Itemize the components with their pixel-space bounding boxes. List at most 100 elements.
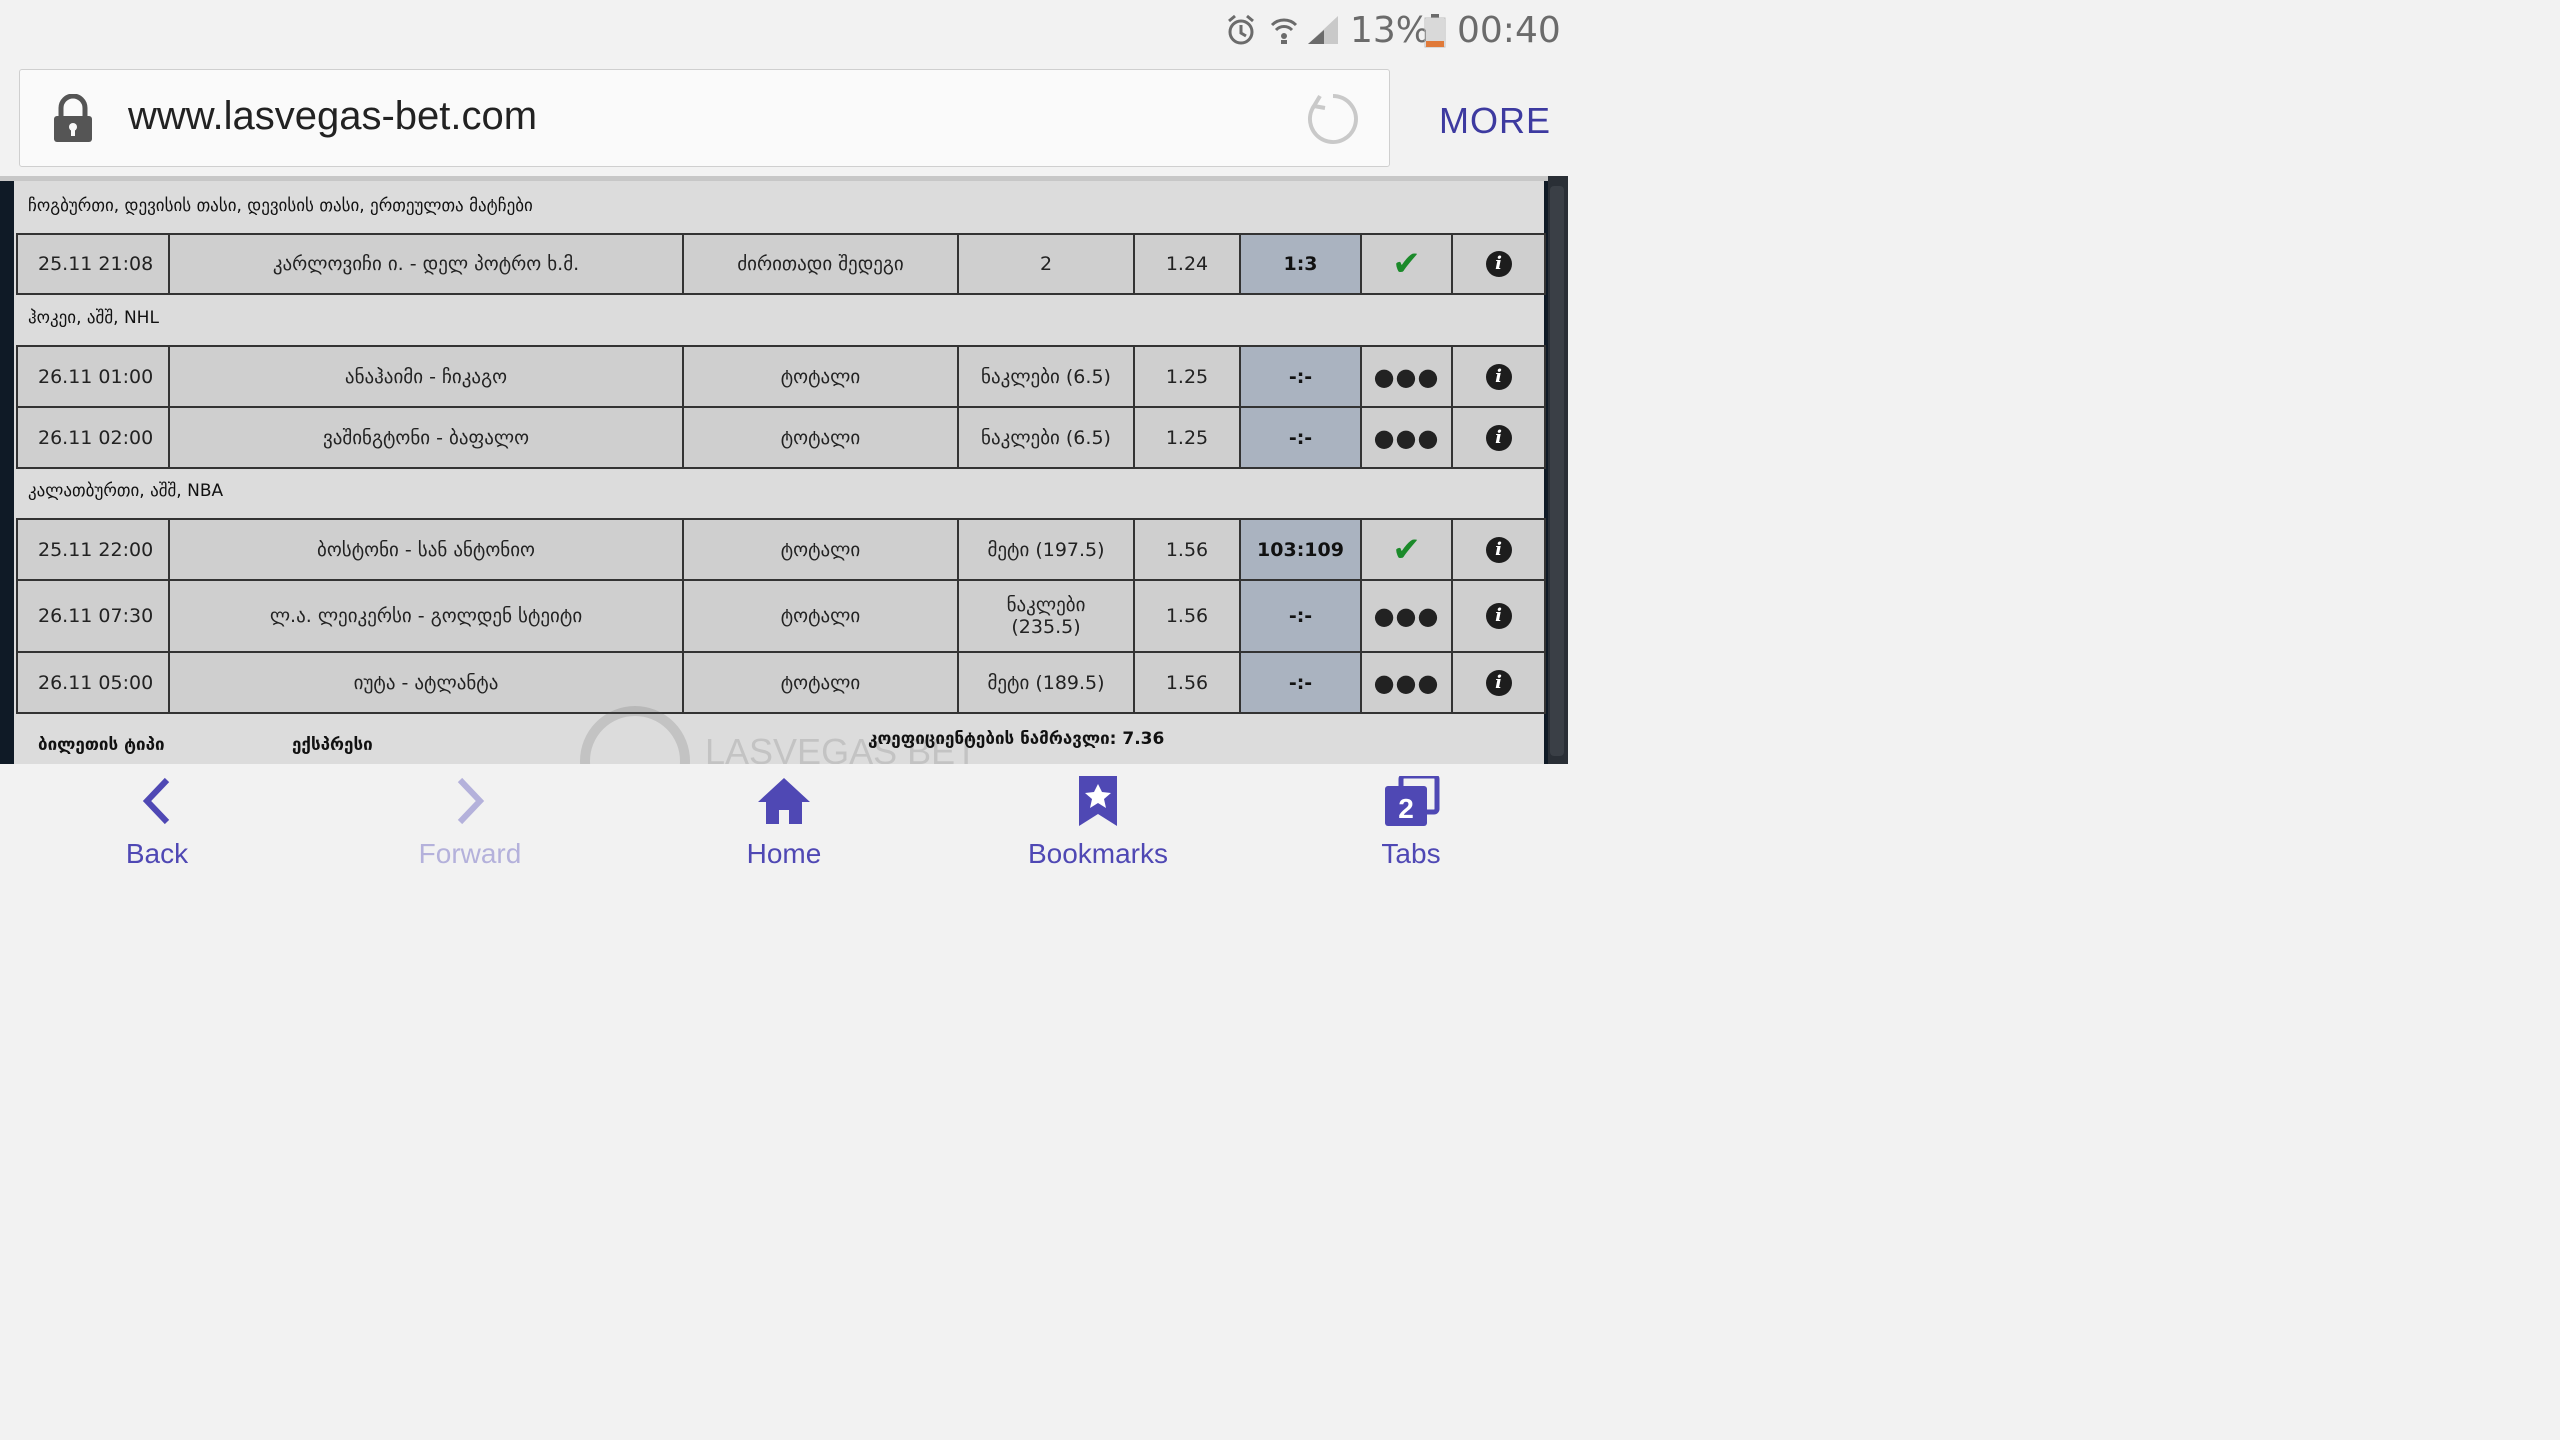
table-row: 26.11 02:00 ვაშინგტონი - ბაფალო ტოტალი ნ… bbox=[16, 406, 1546, 469]
battery-percent: 13% bbox=[1350, 10, 1431, 51]
group-title: ჩოგბურთი, დევისის თასი, დევისის თასი, ერ… bbox=[28, 196, 533, 216]
checkmark-icon: ✔ bbox=[1392, 529, 1421, 570]
cell-match: კარლოვიჩი ი. - დელ პოტრო ხ.მ. bbox=[168, 233, 684, 295]
alarm-icon bbox=[1226, 14, 1256, 50]
bookmark-star-icon bbox=[1079, 776, 1117, 826]
cell-pick: 2 bbox=[957, 233, 1135, 295]
cell-pick: ნაკლები (6.5) bbox=[957, 345, 1135, 408]
cell-info[interactable]: i bbox=[1451, 579, 1546, 653]
group-title: ჰოკეი, აშშ, NHL bbox=[28, 308, 159, 328]
cell-info[interactable]: i bbox=[1451, 651, 1546, 714]
table-row: 25.11 22:00 ბოსტონი - სან ანტონიო ტოტალი… bbox=[16, 518, 1546, 581]
bookmarks-button[interactable]: Bookmarks bbox=[998, 764, 1198, 882]
cell-odds: 1.25 bbox=[1133, 406, 1241, 469]
cell-score: -:- bbox=[1239, 406, 1362, 469]
cell-score: -:- bbox=[1239, 345, 1362, 408]
clock: 00:40 bbox=[1457, 10, 1561, 51]
cell-market: ძირითადი შედეგი bbox=[682, 233, 959, 295]
cell-pick: ნაკლები (6.5) bbox=[957, 406, 1135, 469]
browser-bottom-nav: Back Forward Home Bookmarks 2 Tabs bbox=[0, 764, 1568, 882]
cell-odds: 1.24 bbox=[1133, 233, 1241, 295]
info-icon[interactable]: i bbox=[1485, 536, 1512, 563]
cell-status: ●●● bbox=[1360, 579, 1453, 653]
back-button[interactable]: Back bbox=[57, 764, 257, 882]
cell-odds: 1.56 bbox=[1133, 579, 1241, 653]
cell-date: 26.11 01:00 bbox=[16, 345, 170, 408]
info-icon[interactable]: i bbox=[1485, 251, 1512, 277]
wifi-icon bbox=[1268, 14, 1300, 50]
checkmark-icon: ✔ bbox=[1392, 244, 1421, 284]
cell-match: იუტა - ატლანტა bbox=[168, 651, 684, 714]
cell-market: ტოტალი bbox=[682, 345, 959, 408]
cell-market: ტოტალი bbox=[682, 406, 959, 469]
cell-date: 25.11 22:00 bbox=[16, 518, 170, 581]
cell-market: ტოტალი bbox=[682, 579, 959, 653]
cell-status: ✔ bbox=[1360, 518, 1453, 581]
ticket-type-value: ექსპრესი bbox=[292, 735, 373, 755]
table-row: 26.11 07:30 ლ.ა. ლეიკერსი - გოლდენ სტეიტ… bbox=[16, 579, 1546, 653]
pending-dots-icon: ●●● bbox=[1373, 602, 1440, 630]
cell-score: 103:109 bbox=[1239, 518, 1362, 581]
bets-table: 25.11 22:00 ბოსტონი - სან ანტონიო ტოტალი… bbox=[16, 518, 1546, 714]
url-text[interactable]: www.lasvegas-bet.com bbox=[128, 94, 537, 139]
pending-dots-icon: ●●● bbox=[1373, 668, 1440, 697]
cell-match: ბოსტონი - სან ანტონიო bbox=[168, 518, 684, 581]
info-icon[interactable]: i bbox=[1485, 363, 1512, 390]
bookmarks-label: Bookmarks bbox=[1027, 838, 1169, 869]
home-label: Home bbox=[746, 838, 822, 869]
cell-score: 1:3 bbox=[1239, 233, 1362, 295]
cell-info[interactable]: i bbox=[1451, 345, 1546, 408]
info-icon[interactable]: i bbox=[1485, 424, 1512, 451]
info-icon[interactable]: i bbox=[1485, 603, 1512, 629]
group-title: კალათბურთი, აშშ, NBA bbox=[28, 481, 224, 501]
cell-status: ●●● bbox=[1360, 651, 1453, 714]
table-row: 26.11 05:00 იუტა - ატლანტა ტოტალი მეტი (… bbox=[16, 651, 1546, 714]
cell-date: 25.11 21:08 bbox=[16, 233, 170, 295]
more-button[interactable]: MORE bbox=[1439, 100, 1551, 142]
cell-info[interactable]: i bbox=[1451, 233, 1546, 295]
cell-date: 26.11 07:30 bbox=[16, 579, 170, 653]
home-button[interactable]: Home bbox=[684, 764, 884, 882]
cell-info[interactable]: i bbox=[1451, 518, 1546, 581]
scrollbar-thumb[interactable] bbox=[1550, 186, 1564, 756]
cell-match: ვაშინგტონი - ბაფალო bbox=[168, 406, 684, 469]
cell-status: ●●● bbox=[1360, 345, 1453, 408]
cell-date: 26.11 05:00 bbox=[16, 651, 170, 714]
forward-label: Forward bbox=[418, 838, 522, 869]
total-odds: კოეფიციენტების ნამრავლი: 7.36 bbox=[868, 729, 1165, 749]
forward-button[interactable]: Forward bbox=[370, 764, 570, 882]
chevron-left-icon bbox=[142, 777, 170, 825]
battery-icon bbox=[1424, 14, 1446, 52]
table-row: 25.11 21:08 კარლოვიჩი ი. - დელ პოტრო ხ.მ… bbox=[16, 233, 1546, 295]
bets-table: 25.11 21:08 კარლოვიჩი ი. - დელ პოტრო ხ.მ… bbox=[16, 233, 1546, 295]
ticket-type-label: ბილეთის ტიპი bbox=[38, 735, 165, 755]
cell-match: ანაჰაიმი - ჩიკაგო bbox=[168, 345, 684, 408]
cell-odds: 1.56 bbox=[1133, 518, 1241, 581]
pending-dots-icon: ●●● bbox=[1373, 423, 1440, 452]
reload-icon[interactable] bbox=[1306, 92, 1360, 150]
chevron-right-icon bbox=[457, 777, 485, 825]
cell-pick: მეტი (189.5) bbox=[957, 651, 1135, 714]
tabs-button[interactable]: 2 Tabs bbox=[1311, 764, 1511, 882]
signal-icon bbox=[1306, 14, 1340, 50]
cell-pick: მეტი (197.5) bbox=[957, 518, 1135, 581]
pending-dots-icon: ●●● bbox=[1373, 362, 1440, 391]
back-label: Back bbox=[125, 838, 189, 869]
tabs-count: 2 bbox=[1398, 793, 1414, 824]
info-icon[interactable]: i bbox=[1485, 669, 1512, 696]
cell-odds: 1.56 bbox=[1133, 651, 1241, 714]
table-row: 26.11 01:00 ანაჰაიმი - ჩიკაგო ტოტალი ნაკ… bbox=[16, 345, 1546, 408]
home-icon bbox=[758, 778, 810, 824]
cell-odds: 1.25 bbox=[1133, 345, 1241, 408]
cell-score: -:- bbox=[1239, 651, 1362, 714]
tabs-label: Tabs bbox=[1381, 838, 1441, 869]
lock-icon bbox=[52, 93, 94, 148]
bets-table: 26.11 01:00 ანაჰაიმი - ჩიკაგო ტოტალი ნაკ… bbox=[16, 345, 1546, 469]
cell-market: ტოტალი bbox=[682, 518, 959, 581]
cell-market: ტოტალი bbox=[682, 651, 959, 714]
cell-pick: ნაკლები (235.5) bbox=[957, 579, 1135, 653]
cell-info[interactable]: i bbox=[1451, 406, 1546, 469]
cell-status: ✔ bbox=[1360, 233, 1453, 295]
cell-date: 26.11 02:00 bbox=[16, 406, 170, 469]
cell-status: ●●● bbox=[1360, 406, 1453, 469]
